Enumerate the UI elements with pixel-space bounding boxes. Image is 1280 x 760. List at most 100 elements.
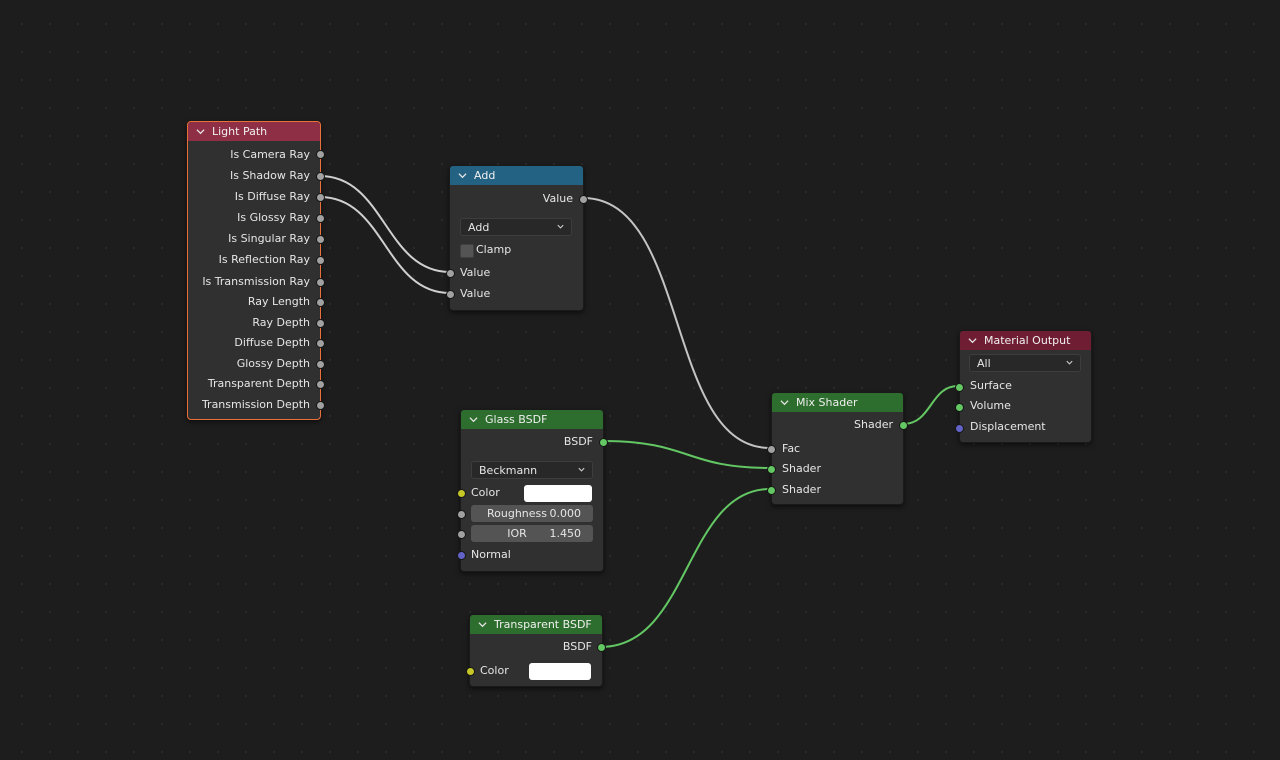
socket-mix-shader-1[interactable] [767,465,776,474]
roughness-field[interactable]: Roughness 0.000 [471,505,593,522]
ior-value: 1.450 [549,527,582,540]
socket-add-value-in-1[interactable] [446,269,455,278]
socket-add-value-in-2[interactable] [446,290,455,299]
socket-mix-shader-2[interactable] [767,486,776,495]
socket-glass-bsdf-out[interactable] [599,438,608,447]
output-is-glossy-ray: Is Glossy Ray [237,211,310,224]
glass-bsdf-node[interactable]: Glass BSDF BSDF Beckmann Color Roughness… [457,409,608,572]
target-value: All [977,357,991,370]
input-surface: Surface [970,379,1012,392]
socket-glass-ior[interactable] [457,530,466,539]
mix-shader-node[interactable]: Mix Shader Shader Fac Shader Shader [767,392,908,505]
input-volume: Volume [970,399,1011,412]
socket-volume[interactable] [955,403,964,412]
glass-output-bsdf: BSDF [563,435,593,448]
collapse-chevron-icon[interactable] [196,127,205,136]
add-header[interactable]: Add [450,166,583,185]
socket-displacement[interactable] [955,424,964,433]
transparent-color-swatch[interactable] [529,663,591,680]
output-is-camera-ray: Is Camera Ray [230,148,310,161]
output-ray-depth: Ray Depth [252,316,310,329]
add-output-value: Value [542,192,573,205]
socket-transparent-depth[interactable] [316,380,325,389]
transparent-title: Transparent BSDF [494,618,592,631]
socket-transparent-bsdf-out[interactable] [597,643,606,652]
socket-is-reflection-ray[interactable] [316,256,325,265]
socket-is-singular-ray[interactable] [316,235,325,244]
collapse-chevron-icon[interactable] [780,398,789,407]
material-output-title: Material Output [984,334,1071,347]
chevron-down-icon [1066,360,1073,365]
material-output-node[interactable]: Material Output All Surface Volume Displ… [955,330,1092,443]
transparent-output-bsdf: BSDF [562,640,592,653]
output-is-reflection-ray: Is Reflection Ray [218,253,310,266]
mix-header[interactable]: Mix Shader [772,393,903,412]
socket-glass-roughness[interactable] [457,510,466,519]
output-is-singular-ray: Is Singular Ray [228,232,310,245]
socket-mix-shader-out[interactable] [899,421,908,430]
chevron-down-icon [557,224,564,229]
glass-color-swatch[interactable] [524,485,592,502]
output-transparent-depth: Transparent Depth [207,377,310,390]
mix-input-shader-1: Shader [782,462,821,475]
socket-transparent-color[interactable] [466,667,475,676]
collapse-chevron-icon[interactable] [968,336,977,345]
transparent-header[interactable]: Transparent BSDF [470,615,602,634]
ior-field[interactable]: IOR 1.450 [471,525,593,542]
link-shadow-ray-to-add-value1 [319,175,451,273]
output-ray-length: Ray Length [247,295,310,308]
add-node[interactable]: Add Value Add Clamp Value Value [446,165,588,311]
socket-is-glossy-ray[interactable] [316,214,325,223]
glass-header[interactable]: Glass BSDF [461,410,603,429]
socket-add-value-out[interactable] [579,195,588,204]
light-path-title: Light Path [212,125,268,138]
link-transparent-bsdf-to-mix-shader2 [600,488,771,648]
light-path-header[interactable]: Light Path [188,122,320,141]
chevron-down-icon [578,467,585,472]
material-output-header[interactable]: Material Output [960,331,1091,350]
socket-surface[interactable] [955,383,964,392]
socket-mix-fac[interactable] [767,445,776,454]
link-add-value-to-mix-fac [582,197,771,449]
socket-is-transmission-ray[interactable] [316,278,325,287]
mix-output-shader: Shader [854,418,893,431]
output-is-transmission-ray: Is Transmission Ray [202,275,310,288]
target-dropdown[interactable]: All [969,354,1081,372]
collapse-chevron-icon[interactable] [478,620,487,629]
output-is-diffuse-ray: Is Diffuse Ray [234,190,310,203]
input-displacement: Displacement [970,420,1046,433]
clamp-checkbox[interactable] [460,244,474,258]
socket-glass-color[interactable] [457,489,466,498]
output-diffuse-depth: Diffuse Depth [234,336,310,349]
add-input-value-2: Value [460,287,491,300]
socket-glass-normal[interactable] [457,551,466,560]
collapse-chevron-icon[interactable] [458,171,467,180]
operation-value: Add [468,221,490,234]
roughness-value: 0.000 [549,507,582,520]
link-diffuse-ray-to-add-value2 [319,196,451,294]
socket-ray-length[interactable] [316,298,325,307]
distribution-value: Beckmann [479,464,538,477]
mix-input-shader-2: Shader [782,483,821,496]
light-path-node[interactable]: Light Path Is Camera Ray Is Shadow Ray I… [187,121,325,420]
distribution-dropdown[interactable]: Beckmann [471,461,593,479]
socket-is-camera-ray[interactable] [316,150,325,159]
glass-color-label: Color [471,486,500,499]
collapse-chevron-icon[interactable] [469,415,478,424]
socket-transmission-depth[interactable] [316,401,325,410]
socket-is-diffuse-ray[interactable] [316,193,325,202]
socket-is-shadow-ray[interactable] [316,172,325,181]
operation-dropdown[interactable]: Add [460,218,572,236]
socket-ray-depth[interactable] [316,319,325,328]
transparent-color-label: Color [480,664,509,677]
glass-normal-label: Normal [471,548,511,561]
mix-title: Mix Shader [796,396,858,409]
link-mix-shader-to-surface [902,385,959,425]
output-glossy-depth: Glossy Depth [236,357,310,370]
socket-diffuse-depth[interactable] [316,339,325,348]
clamp-label: Clamp [476,243,512,256]
output-transmission-depth: Transmission Depth [201,398,310,411]
socket-glossy-depth[interactable] [316,360,325,369]
glass-title: Glass BSDF [485,413,548,426]
transparent-bsdf-node[interactable]: Transparent BSDF BSDF Color [466,614,606,687]
